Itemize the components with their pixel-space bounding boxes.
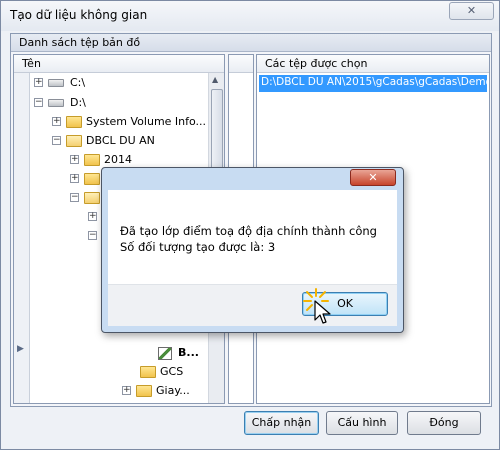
mouse-cursor-icon bbox=[314, 300, 331, 324]
middle-column-header bbox=[229, 55, 253, 73]
expand-icon[interactable]: + bbox=[88, 212, 97, 221]
selected-file-path: D:\DBCL DU AN\2015\gCadas\gCadas\Demo\Ba bbox=[261, 76, 487, 88]
dialog-body: Đã tạo lớp điểm toạ độ địa chính thành c… bbox=[108, 190, 397, 284]
tree-item-label: D:\ bbox=[70, 96, 86, 109]
tree-item-giay[interactable]: + Giay... bbox=[122, 383, 208, 402]
tree-item-label: 2014 bbox=[104, 153, 132, 166]
drive-icon bbox=[48, 99, 64, 107]
folder-icon bbox=[84, 173, 100, 185]
expand-icon[interactable]: + bbox=[70, 155, 79, 164]
tree-item-label: GCS bbox=[160, 365, 184, 378]
tree-column-header-label: Tên bbox=[22, 57, 41, 70]
selected-files-header-label: Các tệp được chọn bbox=[265, 57, 368, 70]
row-pointer-icon: ▶ bbox=[17, 344, 24, 354]
tree-item-label: System Volume Info... bbox=[86, 115, 207, 128]
scroll-up-icon[interactable]: ▲ bbox=[212, 75, 218, 84]
accept-button[interactable]: Chấp nhận bbox=[244, 411, 319, 435]
expand-icon[interactable]: + bbox=[122, 386, 131, 395]
folder-icon bbox=[136, 385, 152, 397]
dialog-close-button[interactable]: ✕ bbox=[350, 169, 396, 186]
main-window: Tạo dữ liệu không gian ✕ Danh sách tệp b… bbox=[0, 0, 500, 450]
tree-item-label: DBCL DU AN bbox=[86, 134, 155, 147]
tree-gutter: ▶ bbox=[14, 73, 30, 403]
config-button[interactable]: Cấu hình bbox=[326, 411, 398, 435]
collapse-icon[interactable]: − bbox=[52, 136, 61, 145]
selected-files-column-header[interactable]: Các tệp được chọn bbox=[257, 55, 489, 73]
document-icon bbox=[158, 347, 172, 360]
close-icon: ✕ bbox=[466, 4, 477, 17]
tree-item-label: C:\ bbox=[70, 76, 86, 89]
dialog-message-line1: Đã tạo lớp điểm toạ độ địa chính thành c… bbox=[120, 224, 377, 238]
collapse-icon[interactable]: − bbox=[88, 231, 97, 240]
tree-item-label: B... bbox=[178, 346, 199, 359]
expand-icon[interactable]: + bbox=[34, 78, 43, 87]
tree-column-header[interactable]: Tên bbox=[14, 55, 224, 73]
folder-icon bbox=[66, 116, 82, 128]
tree-item-system-volume[interactable]: + System Volume Info... bbox=[52, 114, 208, 133]
folder-open-icon bbox=[66, 135, 82, 147]
folder-open-icon bbox=[84, 192, 100, 204]
group-header: Danh sách tệp bản đồ bbox=[11, 34, 491, 52]
close-icon: ✕ bbox=[368, 171, 378, 184]
collapse-icon[interactable]: − bbox=[34, 98, 43, 107]
drive-icon bbox=[48, 79, 64, 87]
tree-item-document[interactable]: B... bbox=[158, 345, 208, 364]
expand-icon[interactable]: + bbox=[52, 117, 61, 126]
collapse-icon[interactable]: − bbox=[70, 193, 79, 202]
folder-icon bbox=[84, 154, 100, 166]
tree-item-dbcl-du-an[interactable]: − DBCL DU AN bbox=[52, 133, 208, 152]
message-dialog: ✕ Đã tạo lớp điểm toạ độ địa chính thành… bbox=[101, 167, 404, 333]
expand-icon[interactable]: + bbox=[70, 174, 79, 183]
tree-item-gcs[interactable]: GCS bbox=[140, 364, 208, 383]
close-button[interactable]: Đóng bbox=[407, 411, 481, 435]
dialog-message-line2: Số đối tượng tạo được là: 3 bbox=[120, 240, 276, 254]
selected-file-item[interactable]: D:\DBCL DU AN\2015\gCadas\gCadas\Demo\Ba bbox=[259, 75, 487, 92]
title-bar: Tạo dữ liệu không gian ✕ bbox=[1, 1, 499, 31]
tree-item-d-drive[interactable]: − D:\ bbox=[34, 95, 204, 114]
window-title: Tạo dữ liệu không gian bbox=[10, 8, 148, 22]
dialog-footer: OK bbox=[108, 284, 397, 326]
tree-item-c-drive[interactable]: + C:\ bbox=[34, 75, 204, 94]
folder-icon bbox=[140, 366, 156, 378]
window-close-button[interactable]: ✕ bbox=[449, 2, 494, 20]
group-header-label: Danh sách tệp bản đồ bbox=[19, 36, 141, 49]
tree-item-label: Giay... bbox=[156, 384, 190, 397]
